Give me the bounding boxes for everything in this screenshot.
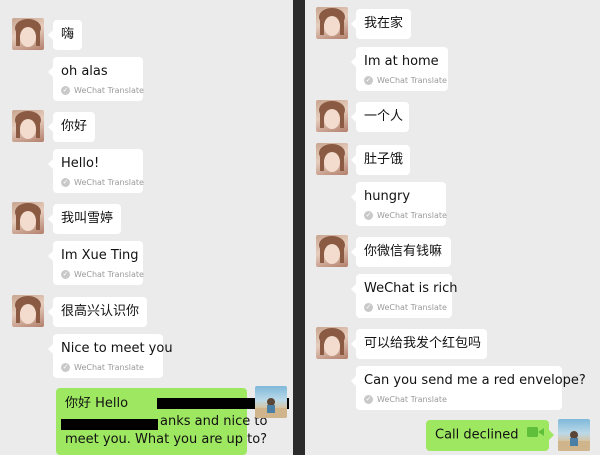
translation-label: ✓ WeChat Translate [364,303,447,312]
message-text: Hello! [61,156,100,171]
message-text: hungry [364,189,411,204]
message-bubble[interactable]: Im at home ✓ WeChat Translate [351,47,448,91]
check-icon: ✓ [364,303,373,312]
message-text: Im Xue Ting [61,248,139,263]
check-icon: ✓ [364,211,373,220]
message-text: 你好 [61,119,88,134]
contact-avatar[interactable] [316,100,348,132]
contact-avatar[interactable] [316,327,348,359]
message-bubble[interactable]: 肚子饿 [351,145,410,175]
message-bubble[interactable]: 你微信有钱嘛 [351,237,451,267]
message-bubble[interactable]: Hello! ✓ WeChat Translate [48,149,144,193]
check-icon: ✓ [364,395,373,404]
message-bubble[interactable]: Im Xue Ting ✓ WeChat Translate [48,241,144,285]
translation-label: ✓ WeChat Translate [364,76,447,85]
translation-label: ✓ WeChat Translate [364,211,447,220]
contact-avatar[interactable] [316,235,348,267]
translation-label: ✓ WeChat Translate [364,395,447,404]
message-text: 很高兴认识你 [61,304,140,319]
check-icon: ✓ [61,270,70,279]
message-text: 嗨 [61,27,75,42]
outgoing-message-bubble[interactable]: 你好 Hello anks and nice to meet you. What… [56,388,289,455]
message-bubble[interactable]: 你好 [48,112,95,142]
message-text: 可以给我发个红包吗 [364,336,482,351]
check-icon: ✓ [61,86,70,95]
message-bubble[interactable]: 很高兴认识你 [48,297,147,327]
message-bubble[interactable]: oh alas ✓ WeChat Translate [48,57,144,101]
redaction-bar [61,419,158,430]
contact-avatar[interactable] [316,7,348,39]
message-bubble[interactable]: 我在家 [351,9,411,39]
message-bubble[interactable]: 可以给我发个红包吗 [351,329,487,359]
message-bubble[interactable]: WeChat is rich ✓ WeChat Translate [351,274,458,318]
message-bubble[interactable]: hungry ✓ WeChat Translate [351,182,447,226]
self-avatar[interactable] [255,386,287,418]
chat-panel-left: 嗨 oh alas ✓ WeChat Translate 你好 Hello! ✓ W… [0,0,293,455]
message-text: Nice to meet you [61,341,173,356]
call-declined-bubble[interactable]: Call declined [426,420,554,451]
message-text: 肚子饿 [364,152,404,167]
message-bubble[interactable]: Can you send me a red envelope? ✓ WeChat … [351,366,586,410]
translation-label: ✓ WeChat Translate [61,363,144,372]
message-bubble[interactable]: 嗨 [48,20,82,50]
message-text: 我在家 [364,16,404,31]
check-icon: ✓ [61,363,70,372]
message-text: 我叫雪婷 [61,211,114,226]
message-bubble[interactable]: 我叫雪婷 [48,204,121,234]
chat-panel-right: 我在家 Im at home ✓ WeChat Translate 一个人 肚子饿… [305,0,600,455]
message-text: Im at home [364,54,439,69]
self-avatar[interactable] [558,419,590,451]
check-icon: ✓ [364,76,373,85]
message-text: oh alas [61,64,108,79]
translation-label: ✓ WeChat Translate [61,270,144,279]
call-status-text: Call declined [435,427,519,443]
contact-avatar[interactable] [316,143,348,175]
outgoing-line-3: meet you. What you are up to? [65,432,268,447]
check-icon: ✓ [61,178,70,187]
translation-label: ✓ WeChat Translate [61,86,144,95]
message-bubble[interactable]: Nice to meet you ✓ WeChat Translate [48,334,173,378]
contact-avatar[interactable] [12,295,44,327]
message-text: 一个人 [364,109,404,124]
video-camera-icon [526,426,545,444]
contact-avatar[interactable] [12,202,44,234]
message-text: WeChat is rich [364,281,458,296]
message-text: Can you send me a red envelope? [364,373,586,388]
contact-avatar[interactable] [12,110,44,142]
message-bubble[interactable]: 一个人 [351,102,409,132]
contact-avatar[interactable] [12,18,44,50]
translation-label: ✓ WeChat Translate [61,178,144,187]
message-text: 你微信有钱嘛 [364,244,443,259]
